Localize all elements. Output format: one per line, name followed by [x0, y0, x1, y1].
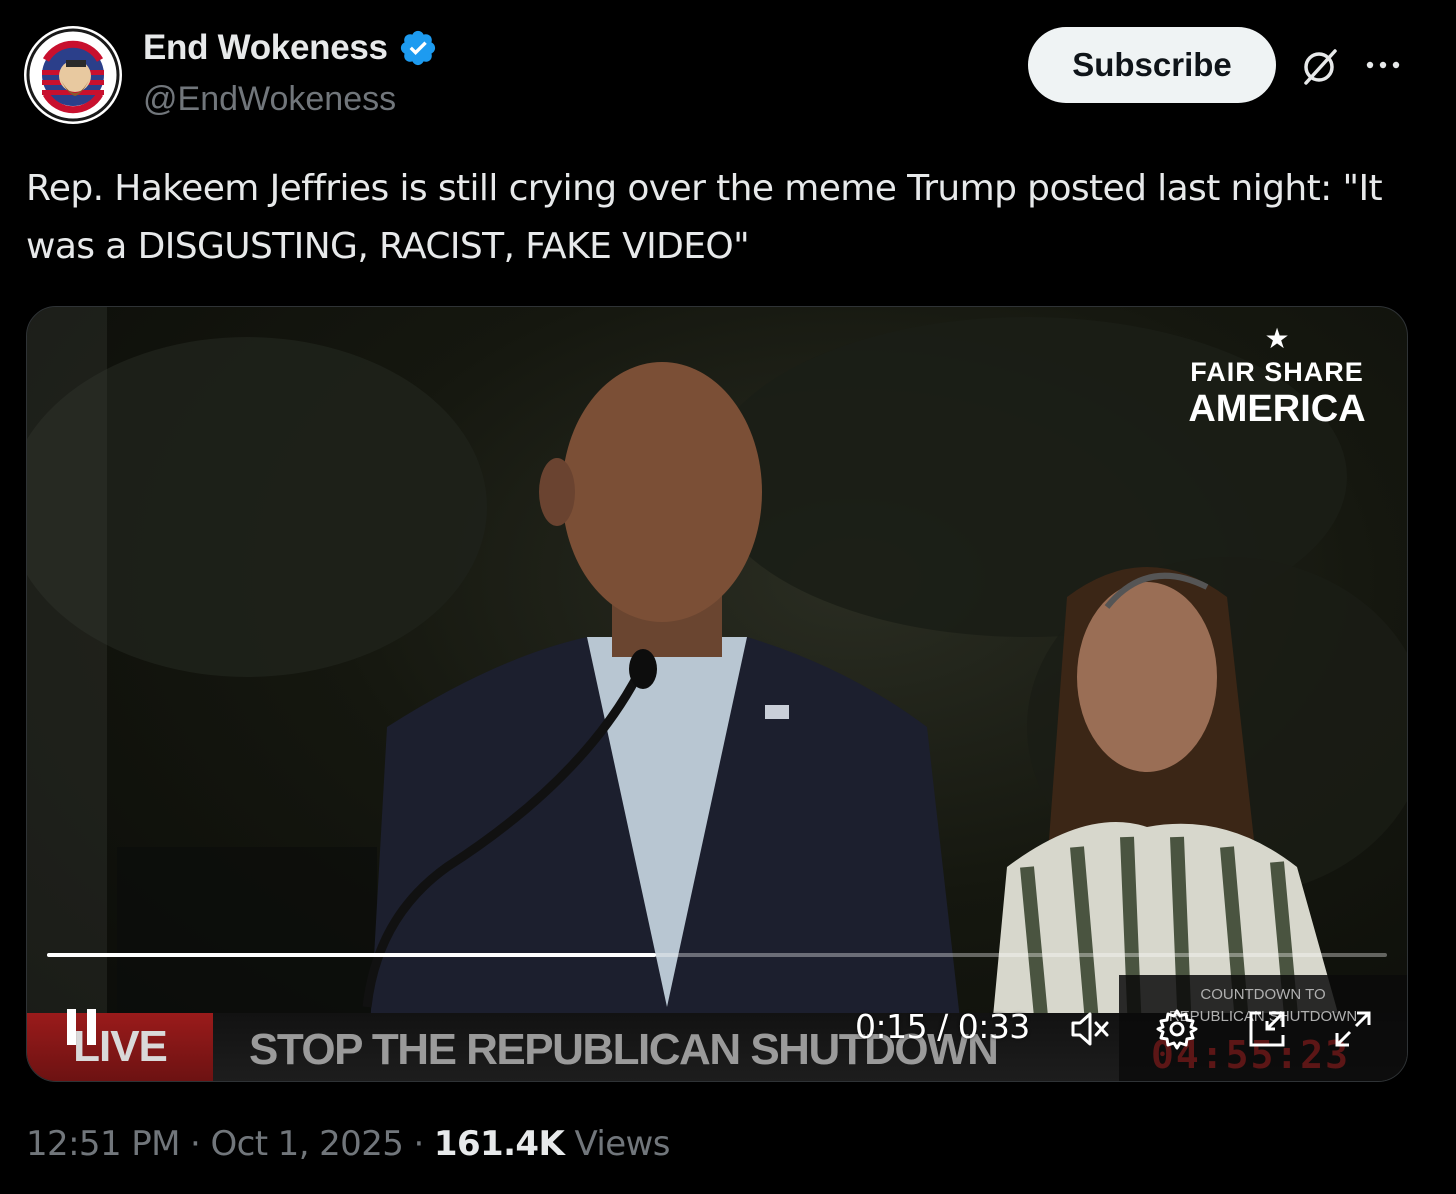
more-icon[interactable] [1364, 48, 1402, 82]
progress-bar[interactable] [47, 953, 1387, 957]
tweet-meta: 12:51 PM · Oct 1, 2025 · 161.4K Views [26, 1124, 670, 1164]
tweet-date[interactable]: Oct 1, 2025 [210, 1124, 403, 1164]
time-readout: 0:15 / 0:33 [855, 1007, 1030, 1046]
views-count[interactable]: 161.4K [434, 1124, 565, 1164]
settings-gear-icon[interactable] [1155, 1007, 1199, 1051]
fair-share-america-logo: ★ FAIR SHARE AMERICA [1177, 323, 1377, 430]
avatar-logo [25, 27, 121, 123]
display-name[interactable]: End Wokeness [143, 28, 388, 68]
tweet-time[interactable]: 12:51 PM [26, 1124, 180, 1164]
tweet-text: Rep. Hakeem Jeffries is still crying ove… [26, 168, 1383, 267]
picture-in-picture-icon[interactable] [1245, 1007, 1289, 1051]
views-label: Views [574, 1124, 670, 1164]
avatar[interactable] [24, 26, 122, 124]
brand-line-2: AMERICA [1188, 388, 1366, 430]
pause-icon[interactable] [63, 1007, 103, 1047]
video-player[interactable]: ★ FAIR SHARE AMERICA LIVE STOP THE REPUB… [26, 306, 1408, 1082]
progress-fill [47, 953, 657, 957]
grok-icon[interactable] [1298, 46, 1340, 88]
tweet: End Wokeness @EndWokeness Subscribe Rep.… [0, 0, 1456, 1194]
verified-badge-icon[interactable] [398, 28, 438, 68]
mute-icon[interactable] [1067, 1007, 1111, 1051]
meta-separator: · [413, 1124, 424, 1164]
author-handle[interactable]: @EndWokeness [143, 80, 396, 119]
author-name-row[interactable]: End Wokeness [143, 28, 438, 68]
countdown-label-1: COUNTDOWN TO [1200, 986, 1326, 1003]
subscribe-button[interactable]: Subscribe [1028, 27, 1276, 103]
meta-separator: · [190, 1124, 201, 1164]
brand-star-icon: ★ [1264, 323, 1290, 354]
brand-line-1: FAIR SHARE [1190, 357, 1364, 387]
live-label: LIVE [27, 1013, 213, 1081]
fullscreen-icon[interactable] [1331, 1007, 1375, 1051]
